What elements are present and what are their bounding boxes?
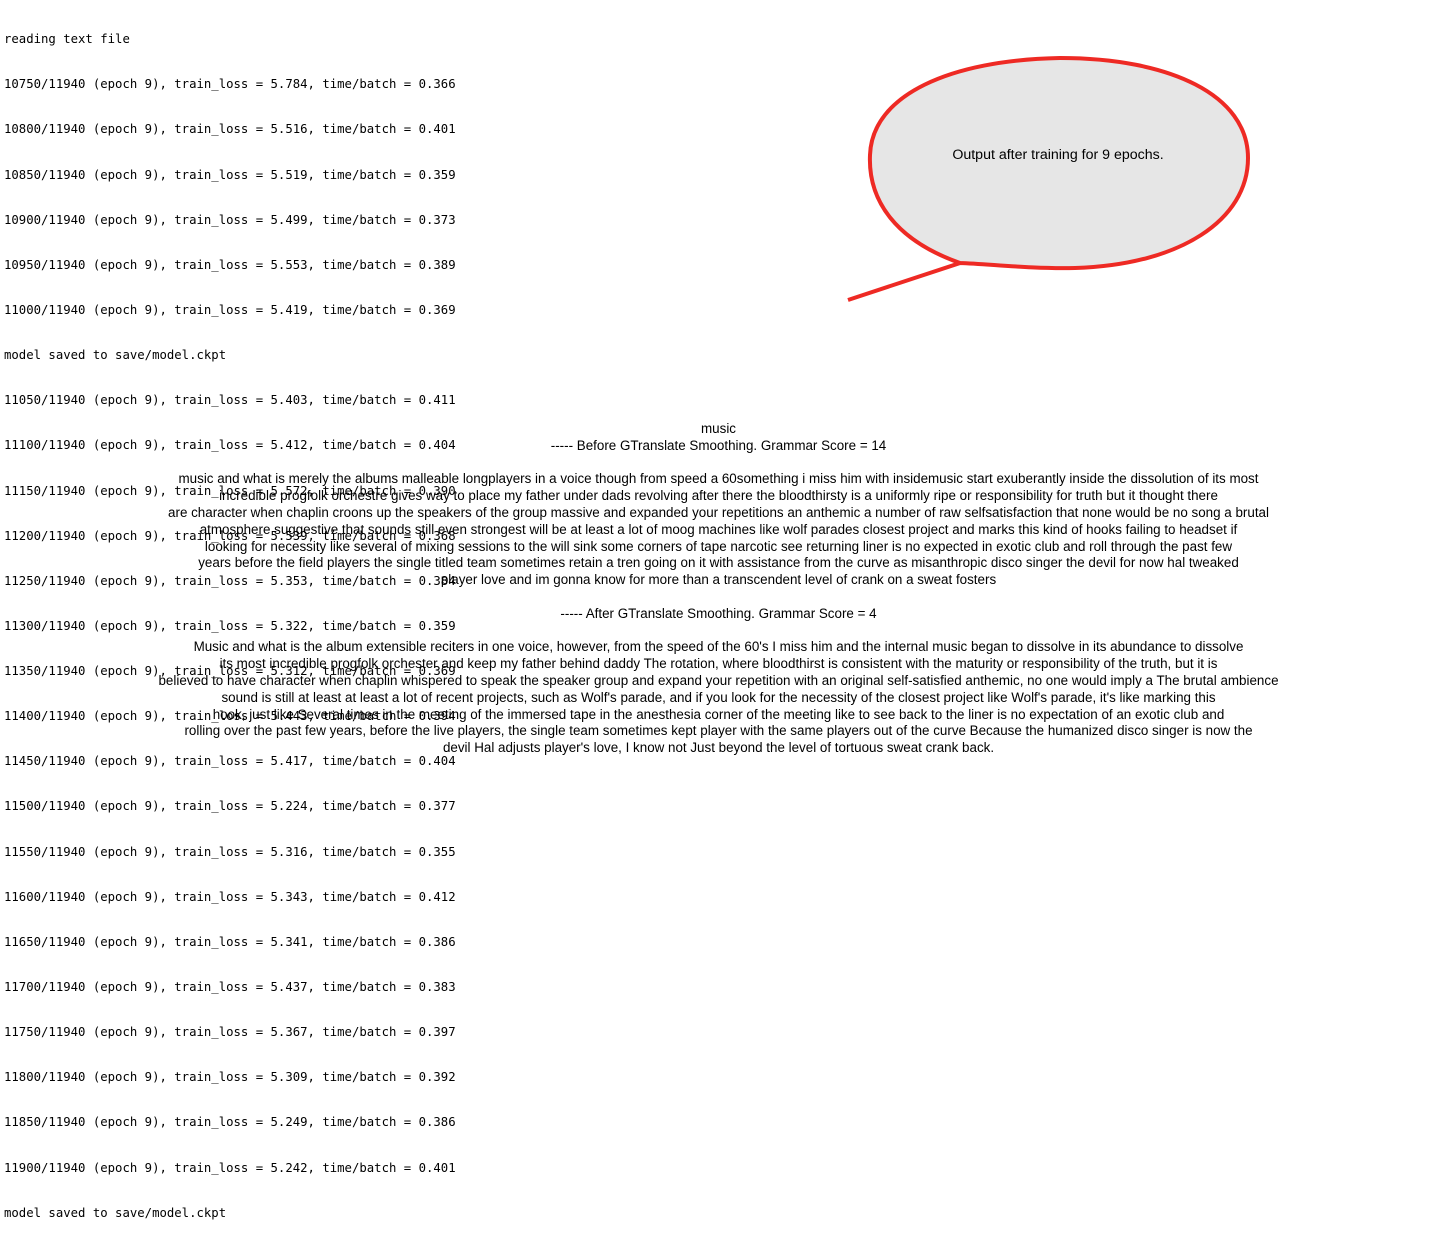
bubble-caption: Output after training for 9 epochs. bbox=[952, 147, 1164, 163]
speech-bubble: Output after training for 9 epochs. bbox=[840, 50, 1260, 310]
log-line: 11500/11940 (epoch 9), train_loss = 5.22… bbox=[4, 799, 456, 814]
paragraph-line: rolling over the past few years, before … bbox=[184, 723, 1253, 739]
log-line: 11750/11940 (epoch 9), train_loss = 5.36… bbox=[4, 1025, 456, 1040]
log-line: 10750/11940 (epoch 9), train_loss = 5.78… bbox=[4, 77, 456, 92]
topic-label: music bbox=[701, 421, 736, 436]
before-paragraph: music and what is merely the albums mall… bbox=[0, 471, 1437, 589]
paragraph-line: looking for necessity like several of mi… bbox=[204, 538, 1233, 554]
paragraph-line: music and what is merely the albums mall… bbox=[178, 471, 1259, 487]
log-line: 11050/11940 (epoch 9), train_loss = 5.40… bbox=[4, 393, 456, 408]
paragraph-line: sound is still at least at least a lot o… bbox=[221, 689, 1216, 705]
log-line: 11700/11940 (epoch 9), train_loss = 5.43… bbox=[4, 980, 456, 995]
after-paragraph: Music and what is the album extensible r… bbox=[0, 639, 1437, 757]
log-line: model saved to save/model.ckpt bbox=[4, 1205, 227, 1220]
log-line: 11000/11940 (epoch 9), train_loss = 5.41… bbox=[4, 302, 456, 317]
after-heading: ----- After GTranslate Smoothing. Gramma… bbox=[560, 605, 877, 621]
log-line: 10850/11940 (epoch 9), train_loss = 5.51… bbox=[4, 167, 456, 182]
paragraph-line: are character when chaplin croons up the… bbox=[168, 504, 1269, 520]
log-line: 10900/11940 (epoch 9), train_loss = 5.49… bbox=[4, 212, 456, 227]
before-heading: ----- Before GTranslate Smoothing. Gramm… bbox=[550, 437, 887, 453]
paragraph-line: its most incredible progfolk orchester a… bbox=[219, 656, 1218, 672]
log-line: 11600/11940 (epoch 9), train_loss = 5.34… bbox=[4, 889, 456, 904]
log-line: reading text file bbox=[4, 32, 130, 47]
log-line: 11800/11940 (epoch 9), train_loss = 5.30… bbox=[4, 1070, 456, 1085]
paragraph-line: atmosphere suggestive that sounds still … bbox=[199, 521, 1238, 537]
paragraph-line: years before the field players the singl… bbox=[198, 555, 1239, 571]
speech-bubble-outline bbox=[847, 55, 1251, 302]
log-line: 11900/11940 (epoch 9), train_loss = 5.24… bbox=[4, 1160, 456, 1175]
log-line: 11650/11940 (epoch 9), train_loss = 5.34… bbox=[4, 934, 456, 949]
log-line: model saved to save/model.ckpt bbox=[4, 348, 227, 363]
paragraph-line: believed to have character when chaplin … bbox=[158, 672, 1279, 688]
paragraph-line: incredible progfolk orchestre gives way … bbox=[219, 488, 1218, 504]
paragraph-line: player love and im gonna know for more t… bbox=[440, 572, 997, 588]
log-line: 11550/11940 (epoch 9), train_loss = 5.31… bbox=[4, 844, 456, 859]
log-line: 11850/11940 (epoch 9), train_loss = 5.24… bbox=[4, 1115, 456, 1130]
speech-bubble-shape bbox=[847, 55, 1251, 302]
log-line: 10950/11940 (epoch 9), train_loss = 5.55… bbox=[4, 257, 456, 272]
results-section: music ----- Before GTranslate Smoothing.… bbox=[0, 421, 1437, 757]
paragraph-line: devil Hal adjusts player's love, I know … bbox=[442, 740, 995, 756]
log-line: 10800/11940 (epoch 9), train_loss = 5.51… bbox=[4, 122, 456, 137]
paragraph-line: Music and what is the album extensible r… bbox=[193, 639, 1244, 655]
paragraph-line: hook, just like Several times in the mee… bbox=[212, 706, 1225, 722]
